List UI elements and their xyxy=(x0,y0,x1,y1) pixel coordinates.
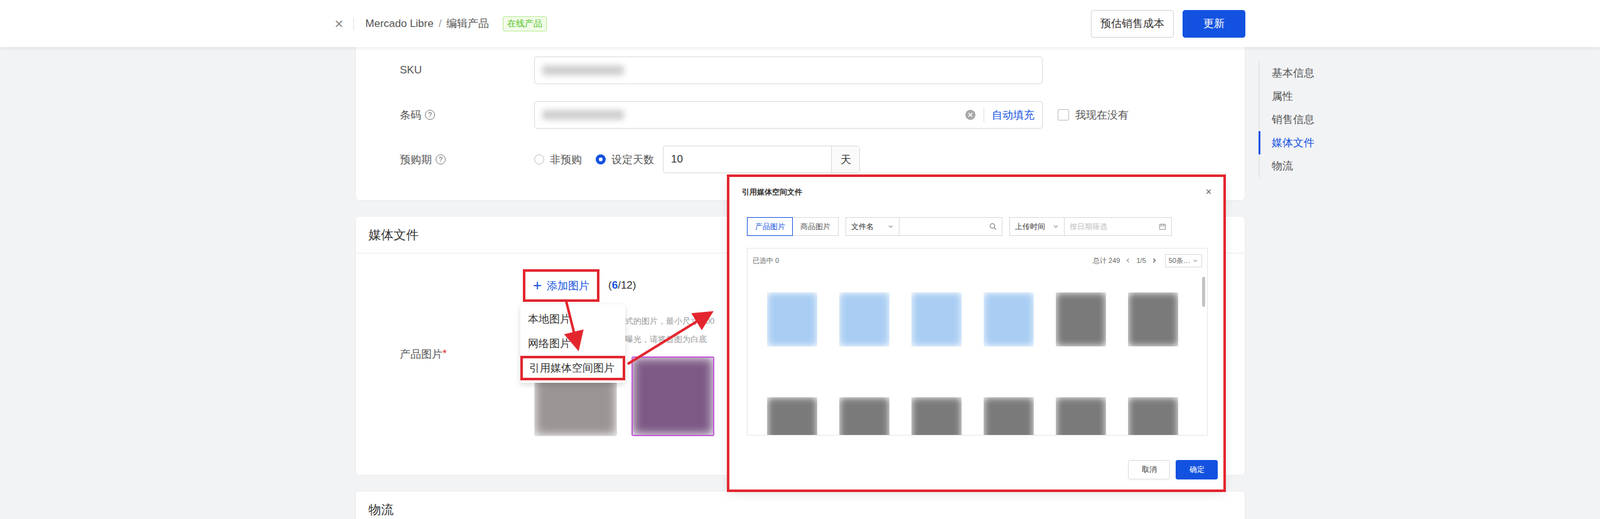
top-bar: × Mercado Libre / 编辑产品 在线产品 预估销售成本更新 xyxy=(0,0,1600,48)
dialog-title: 引用媒体空间文件 xyxy=(741,187,803,198)
menu-item[interactable]: 网络图片 xyxy=(520,331,626,356)
nav-item[interactable]: 物流 xyxy=(1259,154,1315,178)
update-button[interactable]: 更新 xyxy=(1182,10,1246,38)
checkbox-label[interactable]: 我现在没有 xyxy=(1075,107,1129,123)
sku-row: SKU xyxy=(399,56,1245,85)
page: × Mercado Libre/ 编辑产品 在线产品 预估销售成本更新 SKU … xyxy=(0,0,1600,519)
field-select[interactable]: 文件名 xyxy=(845,217,900,237)
status-badge: 在线产品 xyxy=(502,16,547,32)
selected-count: 已选中 0 xyxy=(752,256,779,266)
media-file-tile[interactable] xyxy=(1127,397,1179,436)
breadcrumb-separator: / xyxy=(438,17,442,31)
media-file-tile[interactable] xyxy=(1127,292,1179,347)
field-label: 产品图片* xyxy=(399,271,526,437)
autofill-button[interactable]: 自动填充 xyxy=(991,107,1035,123)
section-nav: 基本信息属性销售信息媒体文件物流 xyxy=(1258,61,1315,178)
nav-item[interactable]: 属性 xyxy=(1259,84,1315,108)
image-type-tab[interactable]: 产品图片 xyxy=(746,217,793,237)
field-label: SKU xyxy=(399,64,535,77)
media-file-tile[interactable] xyxy=(839,397,890,436)
image-type-tab[interactable]: 商品图片 xyxy=(792,217,839,237)
nav-item[interactable]: 基本信息 xyxy=(1259,61,1315,85)
media-file-tile[interactable] xyxy=(911,292,962,347)
preorder-row: 预购期? 非预购 设定天数 10 天 xyxy=(399,145,1245,174)
page-size-select[interactable]: 50条… xyxy=(1165,254,1203,268)
barcode-row: 条码? 自动填充 我现在没有 xyxy=(399,101,1245,129)
divider xyxy=(353,17,355,31)
breadcrumb-item[interactable]: Mercado Libre xyxy=(365,17,434,31)
breadcrumb: × Mercado Libre / 编辑产品 在线产品 xyxy=(334,15,547,33)
chevron-down-icon xyxy=(887,223,894,230)
field-label: 条码? xyxy=(399,107,535,123)
close-button[interactable]: × xyxy=(1205,186,1212,198)
nav-item[interactable]: 销售信息 xyxy=(1259,107,1315,132)
menu-item[interactable]: 引用媒体空间图片 xyxy=(520,355,626,381)
media-file-tile[interactable] xyxy=(983,397,1034,436)
search-icon xyxy=(989,222,997,231)
date-input[interactable]: 按日期筛选 xyxy=(1064,217,1172,237)
close-button[interactable]: × xyxy=(334,15,344,33)
media-file-tile[interactable] xyxy=(767,397,818,436)
media-file-tile[interactable] xyxy=(1055,397,1107,436)
estimate-cost-button[interactable]: 预估销售成本 xyxy=(1090,10,1174,38)
no-barcode-checkbox[interactable] xyxy=(1057,109,1069,121)
pager: 总计 249 1/5 50条… xyxy=(1092,254,1203,268)
product-image[interactable] xyxy=(631,356,715,437)
hidden-value xyxy=(542,109,624,120)
chevron-down-icon xyxy=(1192,257,1199,264)
search-input[interactable] xyxy=(899,217,1003,237)
cancel-button[interactable]: 取消 xyxy=(1127,460,1171,480)
unit-suffix: 天 xyxy=(831,146,860,173)
page-indicator: 1/5 xyxy=(1136,256,1146,265)
chevron-down-icon xyxy=(1052,223,1059,230)
barcode-input[interactable]: 自动填充 xyxy=(534,101,1043,129)
prev-page-icon[interactable] xyxy=(1124,257,1132,264)
media-file-tile[interactable] xyxy=(839,292,890,347)
help-icon[interactable]: ? xyxy=(435,154,446,165)
logistics-card: 物流 xyxy=(355,490,1246,519)
media-file-tile[interactable] xyxy=(983,292,1034,347)
time-select[interactable]: 上传时间 xyxy=(1009,217,1065,237)
hidden-value xyxy=(542,65,624,76)
menu-item[interactable]: 本地图片 xyxy=(520,306,626,332)
field-label: 预购期? xyxy=(399,152,535,167)
media-file-tile[interactable] xyxy=(911,397,962,436)
scrollbar[interactable] xyxy=(1202,276,1206,307)
media-space-dialog: 引用媒体空间文件 × 产品图片商品图片 文件名 上传时间 按日期筛选 已选中 0… xyxy=(729,177,1224,490)
next-page-icon[interactable] xyxy=(1151,257,1158,264)
nav-item[interactable]: 媒体文件 xyxy=(1258,131,1315,155)
total-count: 总计 249 xyxy=(1092,256,1120,266)
add-image-menu: 本地图片网络图片引用媒体空间图片 xyxy=(520,304,626,383)
file-panel: 已选中 0 总计 249 1/5 50条… xyxy=(746,247,1208,436)
add-image-button[interactable]: +添加图片 xyxy=(525,271,597,300)
media-file-tile[interactable] xyxy=(1055,292,1107,347)
card-title: 媒体文件 xyxy=(368,226,419,244)
sku-input[interactable] xyxy=(534,56,1043,85)
confirm-button[interactable]: 确定 xyxy=(1175,460,1218,480)
calendar-icon xyxy=(1158,222,1167,231)
media-file-tile[interactable] xyxy=(767,292,818,347)
card-title: 物流 xyxy=(368,501,394,519)
clear-icon[interactable] xyxy=(964,109,977,121)
image-count: (6/12) xyxy=(608,279,636,292)
breadcrumb-item: 编辑产品 xyxy=(446,16,489,31)
help-icon[interactable]: ? xyxy=(424,109,435,120)
preorder-radio[interactable]: 非预购 xyxy=(534,152,582,167)
days-input[interactable]: 10 天 xyxy=(662,145,860,174)
preorder-radio[interactable]: 设定天数 xyxy=(595,152,655,167)
